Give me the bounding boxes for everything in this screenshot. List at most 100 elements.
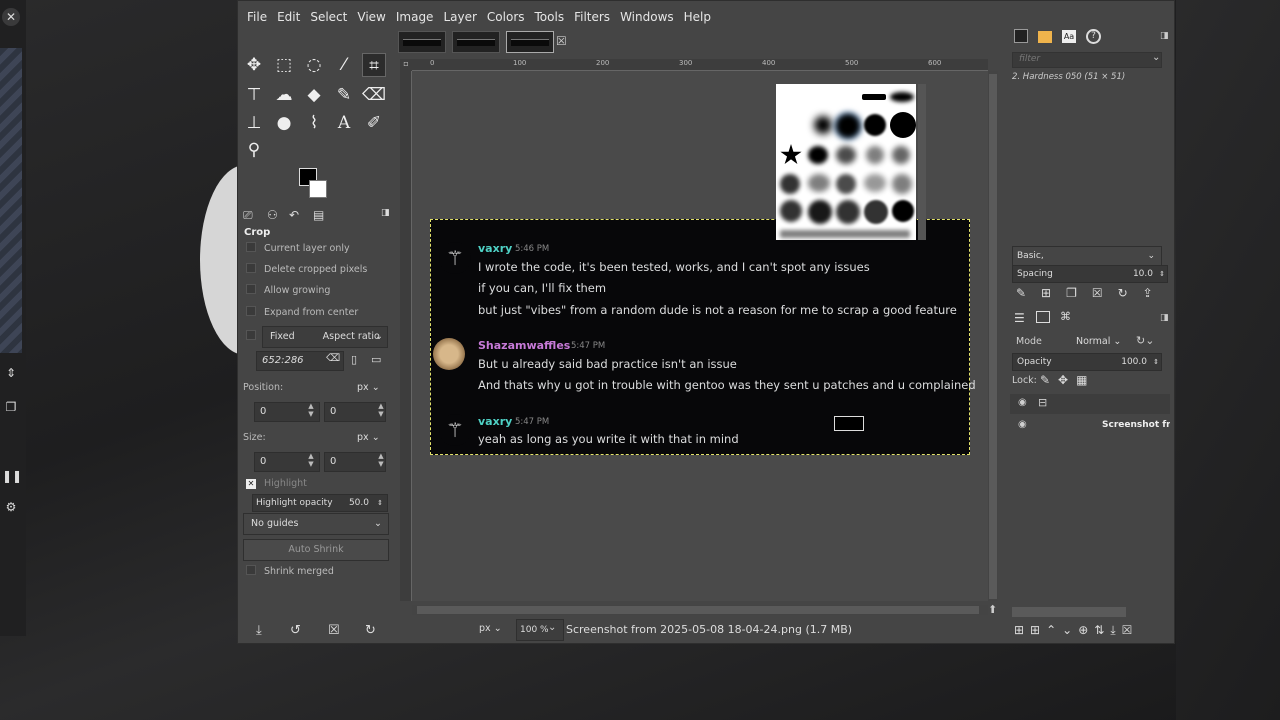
clear-icon[interactable]: ⌫ bbox=[326, 353, 340, 364]
navigate-icon[interactable]: ⬆ bbox=[988, 603, 997, 616]
portrait-icon[interactable]: ▯ bbox=[351, 353, 357, 366]
brushes-tab-icon[interactable] bbox=[1014, 29, 1028, 43]
stepper-icon[interactable]: ⇕ bbox=[2, 364, 20, 382]
undo-history-icon[interactable]: ↶ bbox=[289, 208, 299, 222]
spin-up-icon[interactable]: ▲ ▼ bbox=[306, 452, 316, 468]
menu-colors[interactable]: Colors bbox=[482, 7, 530, 27]
spin-up-icon[interactable]: ▲ ▼ bbox=[306, 402, 316, 418]
transform-icon[interactable]: ⊤ bbox=[242, 83, 266, 107]
highlight[interactable]: ✕ Highlight bbox=[246, 478, 307, 489]
menu-select[interactable]: Select bbox=[305, 7, 352, 27]
guides-dropdown[interactable]: No guides ⌄ bbox=[243, 513, 389, 535]
clone-icon[interactable]: ⊥ bbox=[242, 111, 266, 135]
close-icon[interactable]: ✕ bbox=[2, 8, 20, 26]
position-unit-dropdown[interactable]: px ⌄ bbox=[350, 378, 390, 398]
delete-cropped[interactable]: Delete cropped pixels bbox=[246, 263, 367, 275]
background-color[interactable] bbox=[309, 180, 327, 198]
save-options-icon[interactable]: ⤓ bbox=[256, 623, 262, 638]
bucket-icon[interactable]: ◆ bbox=[302, 83, 326, 107]
warp-icon[interactable]: ☁ bbox=[272, 83, 296, 107]
checkbox[interactable] bbox=[246, 242, 256, 252]
brush-filter-input[interactable]: filter bbox=[1012, 52, 1162, 68]
delete-icon[interactable]: ☒ bbox=[328, 623, 340, 638]
spacing-field[interactable]: Spacing 10.0 ⇕ bbox=[1012, 265, 1168, 283]
eye-icon[interactable]: ◉ bbox=[1018, 419, 1027, 430]
rect-select-icon[interactable]: ⬚ bbox=[272, 53, 296, 77]
spin-up-icon[interactable]: ▲ ▼ bbox=[376, 402, 386, 418]
layer-name[interactable]: Screenshot fro bbox=[1102, 420, 1170, 430]
spin-up-icon[interactable]: ▲ ▼ bbox=[376, 452, 386, 468]
chevron-down-icon[interactable]: ⌄ bbox=[548, 622, 556, 633]
menu-layer[interactable]: Layer bbox=[438, 7, 481, 27]
channels-tab-icon[interactable] bbox=[1036, 311, 1050, 323]
fonts-tab-icon[interactable]: Aa bbox=[1062, 30, 1076, 43]
expand-from-center[interactable]: Expand from center bbox=[246, 306, 358, 318]
chain-icon[interactable]: ⊟ bbox=[1038, 396, 1047, 409]
scroll-thumb[interactable] bbox=[417, 606, 979, 614]
checkbox[interactable] bbox=[246, 330, 256, 340]
help-icon[interactable]: ? bbox=[1086, 29, 1101, 44]
lasso-icon[interactable]: ◌ bbox=[302, 53, 326, 77]
paintbrush-icon[interactable]: ✎ bbox=[332, 83, 356, 107]
menu-view[interactable]: View bbox=[352, 7, 390, 27]
reset-icon[interactable]: ↻ bbox=[365, 623, 376, 638]
eraser-icon[interactable]: ⌫ bbox=[362, 83, 386, 107]
brush-scrollbar[interactable] bbox=[918, 84, 926, 240]
checkbox[interactable] bbox=[246, 565, 256, 575]
pause-icon[interactable]: ❚❚ bbox=[2, 467, 22, 485]
aspect-ratio-dropdown[interactable]: Fixed Aspect ratio ⌄ bbox=[262, 326, 388, 348]
menu-image[interactable]: Image bbox=[391, 7, 439, 27]
image-tab[interactable] bbox=[398, 31, 446, 53]
checkbox[interactable] bbox=[246, 263, 256, 273]
layer-actions[interactable]: ⊞⊞⌃⌄⊕⇅⤓☒ bbox=[1014, 623, 1138, 638]
image-tab[interactable] bbox=[452, 31, 500, 53]
unit-dropdown[interactable]: px ⌄ bbox=[472, 619, 512, 639]
fuzzy-select-icon[interactable]: ⁄ bbox=[332, 53, 356, 77]
eye-icon[interactable]: ◉ bbox=[1018, 397, 1027, 408]
menu-file[interactable]: File bbox=[242, 7, 272, 27]
zoom-icon[interactable]: ⚲ bbox=[242, 138, 266, 162]
size-unit-dropdown[interactable]: px ⌄ bbox=[350, 428, 390, 448]
tool-options-tab-icon[interactable]: ⎚ bbox=[243, 208, 253, 223]
brush-grid[interactable] bbox=[776, 84, 916, 240]
spin-icon[interactable]: ⇕ bbox=[1153, 355, 1159, 369]
spin-icon[interactable]: ⇕ bbox=[1159, 267, 1165, 281]
layers-tab-icon[interactable]: ☰ bbox=[1014, 311, 1025, 325]
menu-windows[interactable]: Windows bbox=[615, 7, 679, 27]
configure-icon[interactable]: ◨ bbox=[381, 208, 390, 218]
menu-edit[interactable]: Edit bbox=[272, 7, 305, 27]
color-picker-icon[interactable]: ✐ bbox=[362, 111, 386, 135]
path-icon[interactable]: ⌇ bbox=[302, 111, 326, 135]
fg-bg-colors[interactable] bbox=[299, 168, 333, 202]
spin-icon[interactable]: ⇕ bbox=[377, 496, 383, 510]
images-icon[interactable]: ▤ bbox=[313, 208, 324, 222]
brush-set-dropdown[interactable]: Basic, ⌄ bbox=[1012, 246, 1162, 266]
highlight-opacity[interactable]: Highlight opacity 50.0 ⇕ bbox=[252, 494, 388, 512]
scroll-thumb[interactable] bbox=[989, 74, 997, 599]
opacity-field[interactable]: Opacity 100.0 ⇕ bbox=[1012, 353, 1162, 371]
checkbox[interactable] bbox=[246, 306, 256, 316]
mode-reset-icon[interactable]: ↻⌄ bbox=[1136, 334, 1154, 347]
text-tool-icon[interactable]: A bbox=[332, 111, 356, 135]
landscape-icon[interactable]: ▭ bbox=[371, 353, 381, 366]
allow-growing[interactable]: Allow growing bbox=[246, 284, 330, 296]
checked-icon[interactable]: ✕ bbox=[246, 479, 256, 489]
current-layer-only[interactable]: Current layer only bbox=[246, 242, 350, 254]
smudge-icon[interactable]: ● bbox=[272, 111, 296, 135]
shrink-merged[interactable]: Shrink merged bbox=[246, 565, 334, 577]
gear-icon[interactable]: ⚙ bbox=[2, 498, 20, 516]
auto-shrink-button[interactable]: Auto Shrink bbox=[243, 539, 389, 561]
menu-help[interactable]: Help bbox=[679, 7, 716, 27]
brush-actions[interactable]: ✎⊞❐☒↻⇪ bbox=[1016, 286, 1168, 300]
move-tool-icon[interactable]: ✥ bbox=[242, 53, 266, 77]
close-tab-icon[interactable]: ☒ bbox=[556, 34, 567, 48]
patterns-tab-icon[interactable] bbox=[1038, 31, 1052, 43]
vertical-scrollbar[interactable] bbox=[988, 71, 998, 601]
chevron-down-icon[interactable]: ⌄ bbox=[1152, 52, 1160, 63]
menu-filters[interactable]: Filters bbox=[569, 7, 615, 27]
zoom-field[interactable]: 100 % bbox=[516, 619, 564, 641]
horizontal-scrollbar[interactable] bbox=[412, 605, 988, 615]
configure-icon[interactable]: ◨ bbox=[1160, 31, 1169, 41]
device-status-icon[interactable]: ⚇ bbox=[267, 208, 278, 222]
paths-tab-icon[interactable]: ⌘ bbox=[1060, 310, 1071, 323]
